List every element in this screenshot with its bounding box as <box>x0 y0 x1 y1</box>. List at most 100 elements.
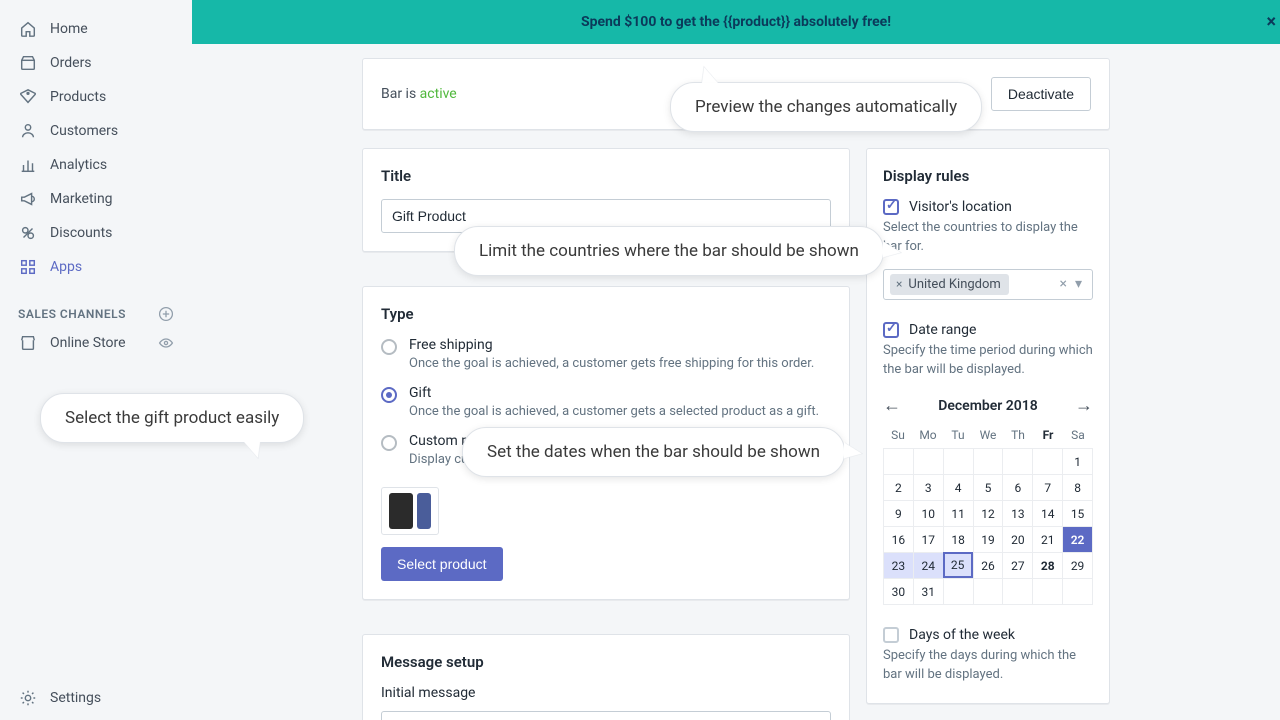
checkbox-date-range[interactable]: Date range <box>883 322 1093 338</box>
calendar-day[interactable]: 29 <box>1062 552 1092 578</box>
sidebar-item-products[interactable]: Products <box>0 80 192 114</box>
calendar-dow: Th <box>1003 424 1033 446</box>
checkbox-visitor-location[interactable]: Visitor's location <box>883 199 1093 215</box>
initial-message-input[interactable] <box>381 711 831 720</box>
sidebar-item-orders[interactable]: Orders <box>0 46 192 80</box>
calendar-day[interactable]: 5 <box>973 474 1003 500</box>
deactivate-button[interactable]: Deactivate <box>991 77 1091 111</box>
checkbox-label: Date range <box>909 322 976 338</box>
calendar-cell-empty <box>943 448 973 474</box>
store-icon <box>18 333 38 353</box>
calendar-day[interactable]: 9 <box>883 500 913 526</box>
sales-channels-header: SALES CHANNELS <box>0 296 192 326</box>
title-heading: Title <box>381 167 831 185</box>
calendar-day[interactable]: 4 <box>943 474 973 500</box>
calendar-dow: Tu <box>943 424 973 446</box>
customers-icon <box>18 121 38 141</box>
sidebar-item-apps[interactable]: Apps <box>0 250 192 284</box>
clear-icon[interactable]: × <box>1055 276 1070 292</box>
eye-icon[interactable] <box>158 335 174 351</box>
remove-tag-icon[interactable]: × <box>896 277 902 291</box>
calendar-day[interactable]: 26 <box>973 552 1003 578</box>
radio-gift[interactable]: Gift Once the goal is achieved, a custom… <box>381 385 831 427</box>
radio-desc: Once the goal is achieved, a customer ge… <box>409 356 814 371</box>
sidebar-item-customers[interactable]: Customers <box>0 114 192 148</box>
country-tag: × United Kingdom <box>890 274 1009 295</box>
calendar-cell-empty <box>1002 578 1032 604</box>
callout-text: Preview the changes automatically <box>695 97 957 117</box>
calendar-day[interactable]: 17 <box>913 526 943 552</box>
calendar-day[interactable]: 22 <box>1062 526 1092 552</box>
callout-gift: Select the gift product easily <box>40 393 304 443</box>
add-channel-icon[interactable] <box>158 306 174 322</box>
calendar-day[interactable]: 6 <box>1002 474 1032 500</box>
calendar-day[interactable]: 24 <box>913 552 943 578</box>
calendar-day[interactable]: 30 <box>883 578 913 604</box>
type-heading: Type <box>381 305 831 323</box>
calendar-day[interactable]: 11 <box>943 500 973 526</box>
initial-message-label: Initial message <box>381 685 831 701</box>
callout-text: Limit the countries where the bar should… <box>479 241 859 261</box>
calendar-day[interactable]: 7 <box>1032 474 1062 500</box>
calendar-day[interactable]: 13 <box>1002 500 1032 526</box>
sidebar-item-label: Products <box>50 89 106 105</box>
checkbox-icon <box>883 322 899 338</box>
calendar-day[interactable]: 1 <box>1062 448 1092 474</box>
home-icon <box>18 19 38 39</box>
sidebar-item-label: Home <box>50 21 88 37</box>
checkbox-icon <box>883 199 899 215</box>
select-product-button[interactable]: Select product <box>381 547 503 581</box>
calendar-day[interactable]: 23 <box>883 552 913 578</box>
radio-free-shipping[interactable]: Free shipping Once the goal is achieved,… <box>381 337 831 379</box>
checkbox-label: Days of the week <box>909 627 1015 643</box>
calendar-cell-empty <box>1002 448 1032 474</box>
calendar-dow: Fr <box>1033 424 1063 446</box>
calendar-day[interactable]: 18 <box>943 526 973 552</box>
calendar-day[interactable]: 15 <box>1062 500 1092 526</box>
calendar-day[interactable]: 14 <box>1032 500 1062 526</box>
orders-icon <box>18 53 38 73</box>
calendar-day[interactable]: 20 <box>1002 526 1032 552</box>
checkbox-days-of-week[interactable]: Days of the week <box>883 627 1093 643</box>
checkbox-label: Visitor's location <box>909 199 1012 215</box>
calendar-day[interactable]: 2 <box>883 474 913 500</box>
calendar-day[interactable]: 31 <box>913 578 943 604</box>
radio-icon <box>381 339 397 355</box>
callout-preview: Preview the changes automatically <box>670 82 982 132</box>
calendar-day[interactable]: 3 <box>913 474 943 500</box>
calendar-day[interactable]: 12 <box>973 500 1003 526</box>
calendar-day[interactable]: 16 <box>883 526 913 552</box>
calendar-day[interactable]: 27 <box>1002 552 1032 578</box>
calendar-day[interactable]: 25 <box>943 552 973 578</box>
calendar-cell-empty <box>973 578 1003 604</box>
sidebar-item-home[interactable]: Home <box>0 12 192 46</box>
sidebar-item-label: Marketing <box>50 191 113 207</box>
close-icon[interactable]: × <box>1266 12 1276 33</box>
calendar-day[interactable]: 19 <box>973 526 1003 552</box>
chevron-down-icon[interactable]: ▾ <box>1071 276 1086 292</box>
sidebar: Home Orders Products Customers Analytics… <box>0 0 192 720</box>
sidebar-item-label: Discounts <box>50 225 112 241</box>
sidebar-item-marketing[interactable]: Marketing <box>0 182 192 216</box>
calendar-day[interactable]: 8 <box>1062 474 1092 500</box>
sidebar-item-settings[interactable]: Settings <box>0 681 192 720</box>
calendar-day[interactable]: 10 <box>913 500 943 526</box>
callout-countries: Limit the countries where the bar should… <box>454 226 884 276</box>
sidebar-item-analytics[interactable]: Analytics <box>0 148 192 182</box>
calendar-next-icon[interactable]: → <box>1075 395 1093 416</box>
sidebar-item-discounts[interactable]: Discounts <box>0 216 192 250</box>
calendar-day[interactable]: 28 <box>1032 552 1062 578</box>
calendar-month-label: December 2018 <box>938 398 1038 414</box>
calendar-cell-empty <box>973 448 1003 474</box>
country-select[interactable]: × United Kingdom × ▾ <box>883 269 1093 300</box>
date-range-desc: Specify the time period during which the… <box>883 342 1093 380</box>
calendar-dow: Mo <box>913 424 943 446</box>
country-tag-label: United Kingdom <box>908 277 1000 292</box>
calendar-cell-empty <box>1062 578 1092 604</box>
calendar-day[interactable]: 21 <box>1032 526 1062 552</box>
calendar: ← December 2018 → SuMoTuWeThFrSa 1234567… <box>883 391 1093 605</box>
sidebar-item-online-store[interactable]: Online Store <box>0 326 192 360</box>
calendar-cell-empty <box>1032 448 1062 474</box>
message-setup-heading: Message setup <box>381 653 831 671</box>
calendar-prev-icon[interactable]: ← <box>883 395 901 416</box>
